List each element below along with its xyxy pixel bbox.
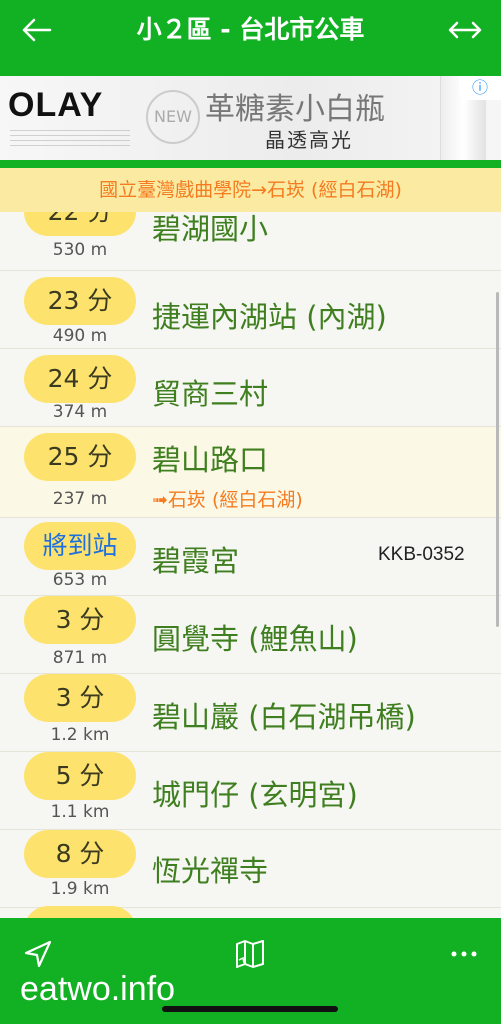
more-button[interactable] [446,936,486,972]
stop-list[interactable]: 22 分 530 m 碧湖國小 23 分 490 m 捷運內湖站 (內湖) 24… [0,212,501,918]
stop-row[interactable]: 24 分 374 m 貿商三村 [0,349,501,427]
stop-row[interactable]: 8 分 1.9 km 恆光禪寺 [0,830,501,908]
eta-pill: 23 分 [24,277,136,325]
eta-pill: 22 分 [24,212,136,236]
home-indicator[interactable] [162,1006,338,1012]
ad-choices-badge[interactable]: ⓘ [459,76,501,100]
stop-distance: 653 m [52,570,108,590]
stop-distance: 490 m [52,326,108,346]
eta-pill [24,906,136,918]
app-header: 小２區 - 台北市公車 [0,0,501,76]
location-arrow-icon [24,940,52,968]
ad-headline: 革糖素小白瓶 [205,92,385,127]
eta-pill: 將到站 [24,522,136,570]
stop-row[interactable]: 3 分 871 m 圓覺寺 (鯉魚山) [0,596,501,674]
bottom-toolbar: eatwo.info [0,918,501,1024]
stop-row[interactable]: 將到站 653 m 碧霞宮 KKB-0352 [0,518,501,596]
stop-name: 碧山巖 (白石湖吊橋) [152,700,416,734]
scrollbar[interactable] [496,292,499,627]
ad-subline: 晶透高光 [265,128,353,152]
stop-name: 圓覺寺 (鯉魚山) [152,622,358,656]
more-dots-icon [451,951,477,957]
eta-pill: 8 分 [24,830,136,878]
stop-distance: 1.1 km [50,802,110,822]
stop-distance: 871 m [52,648,108,668]
info-icon: ⓘ [471,78,488,97]
ad-new-badge: NEW [146,90,200,144]
watermark-text: eatwo.info [20,970,175,1008]
stop-row[interactable]: 22 分 530 m 碧湖國小 [0,212,501,271]
stop-name: 碧湖國小 [152,212,269,246]
eta-pill: 24 分 [24,355,136,403]
stop-row[interactable]: 25 分 237 m 碧山路口 ➟石崁 (經白石湖) [0,427,501,518]
map-button[interactable] [231,936,271,972]
direction-banner: 國立臺灣戲曲學院→石崁 (經白石湖) [0,168,501,212]
stop-name: 貿商三村 [152,377,269,411]
stop-distance: 237 m [52,489,108,509]
swap-direction-icon [448,21,482,39]
stop-distance: 530 m [52,240,108,260]
transfer-direction: ➟石崁 (經白石湖) [152,489,303,511]
ad-banner[interactable]: OLAY NEW 革糖素小白瓶 晶透高光 ⓘ [0,76,501,160]
divider [0,160,501,168]
swap-direction-button[interactable] [445,10,485,50]
location-button[interactable] [20,936,60,972]
stop-name: 恆光禪寺 [152,854,269,888]
ad-fine-print [10,126,130,146]
eta-pill: 25 分 [24,433,136,481]
stop-row[interactable]: 5 分 1.1 km 城門仔 (玄明宮) [0,752,501,830]
ad-brand-logo: OLAY [8,86,104,124]
page-title: 小２區 - 台北市公車 [136,15,365,44]
stop-distance: 1.2 km [50,725,110,745]
stop-name: 碧山路口 [152,443,269,477]
stop-name: 碧霞宮 [152,544,240,578]
stop-row[interactable]: 3 分 1.2 km 碧山巖 (白石湖吊橋) [0,674,501,752]
map-icon [236,940,264,968]
eta-pill: 5 分 [24,752,136,800]
stop-name: 捷運內湖站 (內湖) [152,300,387,334]
eta-pill: 3 分 [24,596,136,644]
stop-row[interactable]: 23 分 490 m 捷運內湖站 (內湖) [0,271,501,349]
stop-name: 城門仔 (玄明宮) [152,778,358,812]
bus-plate: KKB-0352 [378,544,465,565]
stop-distance: 1.9 km [50,879,110,899]
stop-distance: 374 m [52,402,108,422]
eta-pill: 3 分 [24,674,136,722]
